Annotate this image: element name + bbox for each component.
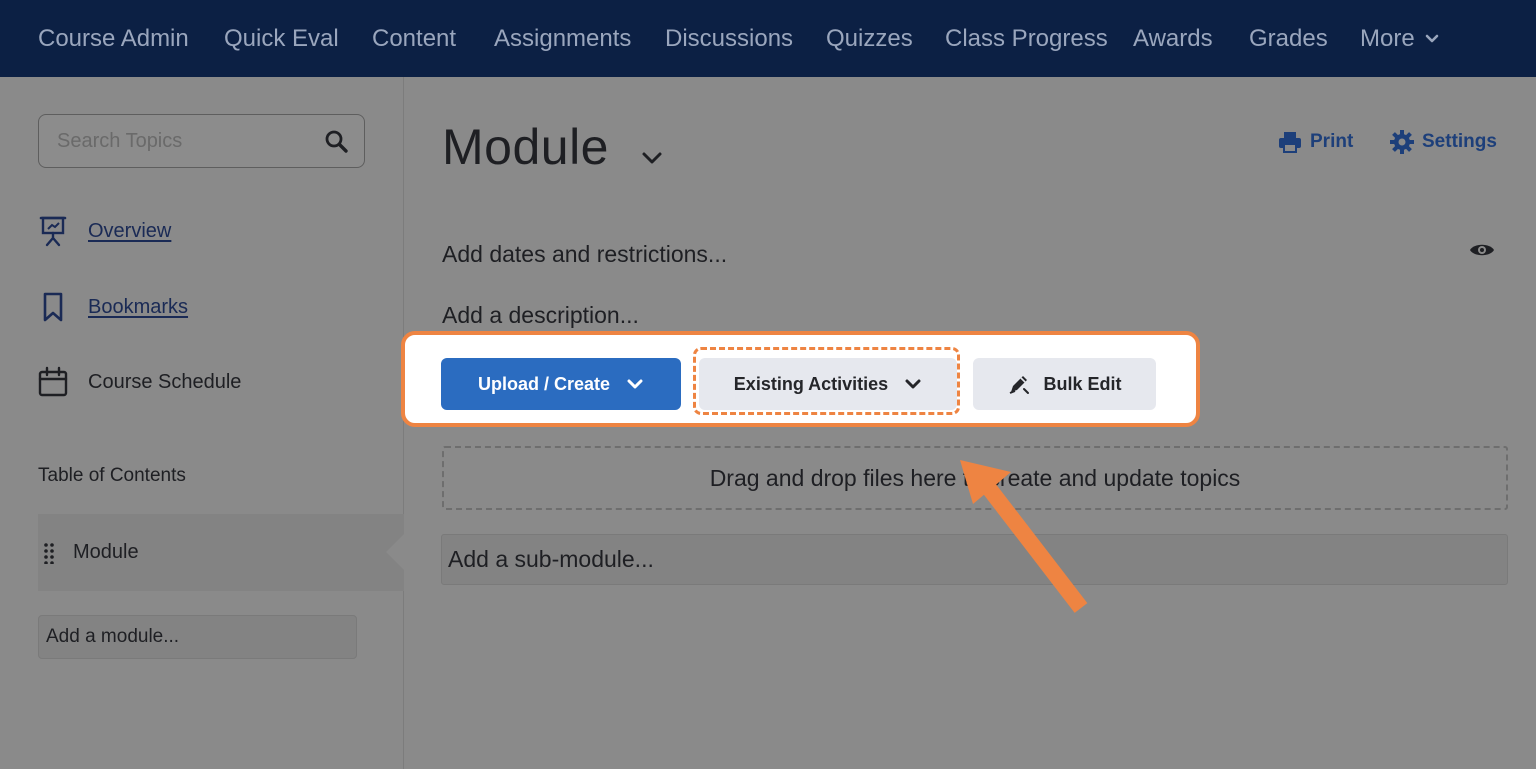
settings-button[interactable]: Settings — [1390, 128, 1497, 156]
nav-assignments[interactable]: Assignments — [494, 0, 631, 77]
printer-icon — [1278, 130, 1302, 154]
file-dropzone[interactable]: Drag and drop files here to create and u… — [442, 446, 1508, 510]
sidebar-item-course-schedule[interactable]: Course Schedule — [38, 365, 241, 399]
nav-more-menu[interactable]: More — [1360, 0, 1439, 77]
upload-create-label: Upload / Create — [477, 373, 611, 394]
sidebar-item-label: Course Schedule — [88, 370, 242, 393]
search-topics-input[interactable] — [57, 127, 307, 155]
bulk-edit-label: Bulk Edit — [1043, 373, 1122, 394]
calendar-icon — [38, 366, 68, 398]
existing-activities-button[interactable]: Existing Activities — [699, 358, 957, 410]
add-dates-restrictions-link[interactable]: Add dates and restrictions... — [442, 241, 727, 268]
settings-label: Settings — [1422, 131, 1497, 152]
sidebar-item-overview[interactable]: Overview — [38, 214, 171, 248]
existing-activities-label: Existing Activities — [733, 373, 889, 394]
toc-heading: Table of Contents — [38, 465, 186, 486]
chevron-down-icon — [904, 378, 922, 390]
pencil-edit-icon — [1007, 372, 1031, 396]
chevron-down-icon — [626, 378, 644, 390]
page-title: Module — [442, 119, 609, 175]
upload-create-button[interactable]: Upload / Create — [441, 358, 681, 410]
sidebar — [0, 77, 404, 769]
toc-module-label: Module — [73, 541, 139, 563]
nav-content[interactable]: Content — [372, 0, 456, 77]
toc-module-item[interactable]: Module — [38, 514, 404, 591]
search-topics-box — [38, 114, 365, 168]
nav-awards[interactable]: Awards — [1133, 0, 1213, 77]
gear-icon — [1390, 130, 1414, 154]
add-description-link[interactable]: Add a description... — [442, 302, 639, 329]
eye-icon[interactable] — [1469, 240, 1495, 265]
nav-course-admin[interactable]: Course Admin — [38, 0, 189, 77]
selection-notch — [386, 534, 404, 570]
search-icon[interactable] — [324, 129, 350, 160]
sidebar-item-bookmarks[interactable]: Bookmarks — [38, 290, 188, 324]
chevron-down-icon[interactable] — [640, 150, 664, 171]
print-label: Print — [1310, 131, 1354, 152]
sidebar-item-label: Bookmarks — [88, 295, 189, 318]
bulk-edit-button[interactable]: Bulk Edit — [973, 358, 1156, 410]
bookmark-icon — [38, 291, 68, 323]
top-navigation-bar: Course Admin Quick Eval Content Assignme… — [0, 0, 1536, 77]
nav-quizzes[interactable]: Quizzes — [826, 0, 913, 77]
add-module-input[interactable]: Add a module... — [38, 615, 357, 659]
print-button[interactable]: Print — [1278, 128, 1353, 156]
nav-more-label: More — [1360, 25, 1415, 52]
nav-quick-eval[interactable]: Quick Eval — [224, 0, 339, 77]
nav-grades[interactable]: Grades — [1249, 0, 1328, 77]
nav-class-progress[interactable]: Class Progress — [945, 0, 1108, 77]
sidebar-item-label: Overview — [88, 219, 172, 242]
chevron-down-icon — [1425, 0, 1439, 75]
add-sub-module-input[interactable]: Add a sub-module... — [441, 534, 1508, 585]
drag-handle-icon[interactable] — [43, 542, 55, 564]
presentation-board-icon — [38, 215, 68, 247]
nav-discussions[interactable]: Discussions — [665, 0, 793, 77]
